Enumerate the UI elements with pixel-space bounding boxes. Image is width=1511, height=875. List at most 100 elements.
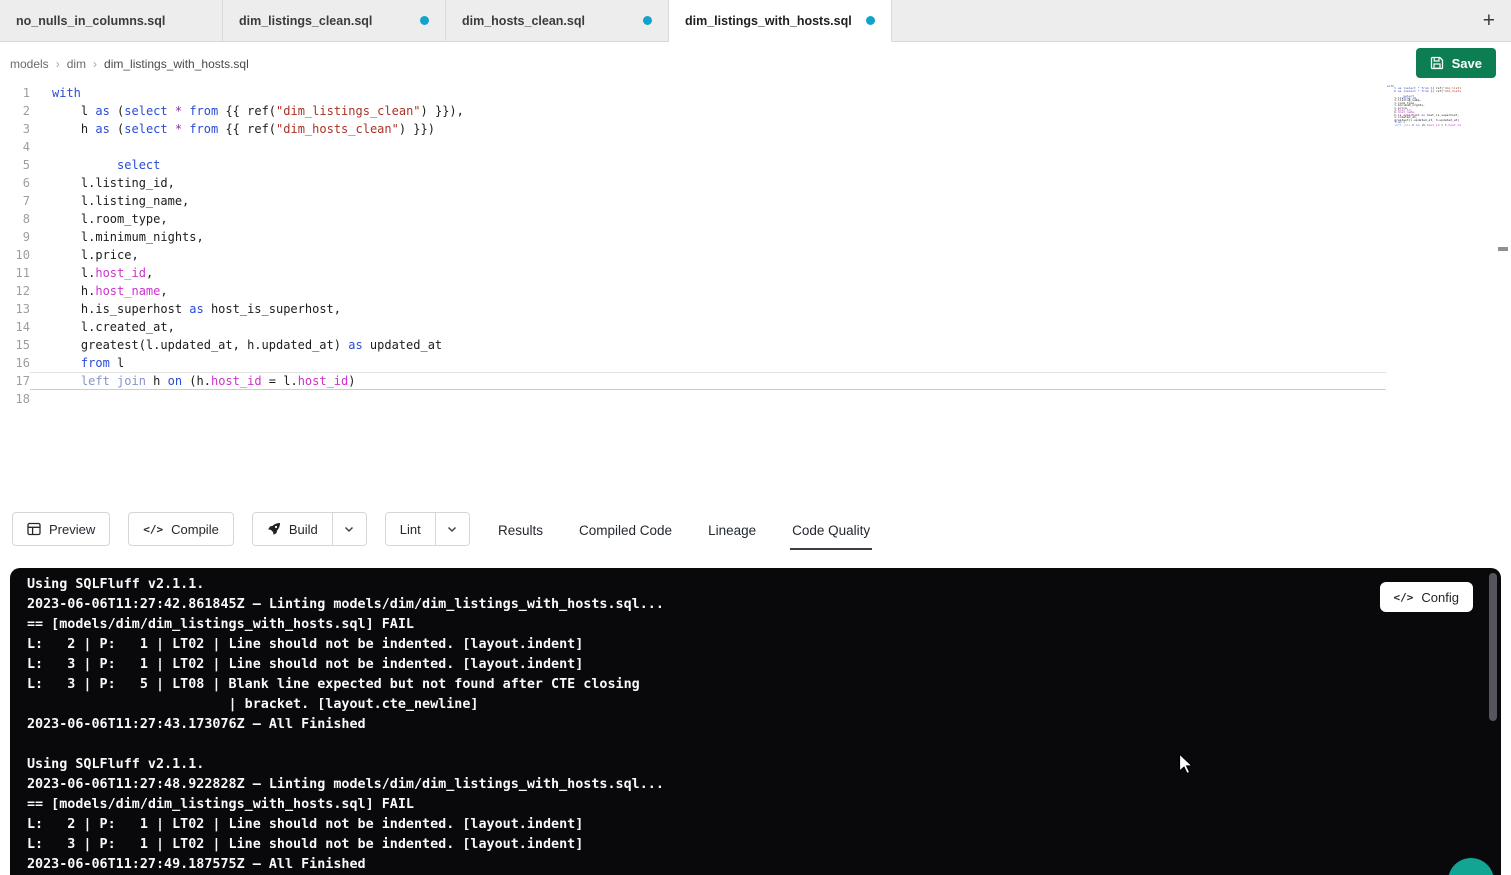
panel-tab-compiled-code[interactable]: Compiled Code bbox=[577, 510, 674, 550]
line-number: 9 bbox=[0, 228, 30, 246]
code-text: l.room_type, bbox=[30, 210, 1386, 228]
tab-label: dim_listings_with_hosts.sql bbox=[685, 14, 852, 28]
code-line-8[interactable]: 8 l.room_type, bbox=[0, 210, 1386, 228]
code-text: h.is_superhost as host_is_superhost, bbox=[30, 300, 1386, 318]
breadcrumb-segment[interactable]: models bbox=[10, 57, 49, 71]
compile-label: Compile bbox=[171, 522, 219, 537]
code-text: h as (select * from {{ ref("dim_hosts_cl… bbox=[30, 120, 1386, 138]
lint-button[interactable]: Lint bbox=[386, 513, 435, 545]
code-text: l.host_id, bbox=[30, 264, 1386, 282]
code-line-17[interactable]: 17 left join h on (h.host_id = l.host_id… bbox=[0, 372, 1386, 390]
line-number: 6 bbox=[0, 174, 30, 192]
tab-label: no_nulls_in_columns.sql bbox=[16, 14, 165, 28]
terminal-output-line: L: 2 | P: 1 | LT02 | Line should not be … bbox=[27, 635, 1481, 655]
editor-minimap[interactable]: with l as (select * from {{ ref("dim_lis… bbox=[1387, 85, 1461, 131]
line-number: 5 bbox=[0, 156, 30, 174]
terminal-output-line bbox=[27, 735, 1481, 755]
chevron-down-icon bbox=[343, 523, 355, 535]
terminal-output-line: L: 3 | P: 1 | LT02 | Line should not be … bbox=[27, 655, 1481, 675]
minimap-line: left join h on (h.host_id = l.host_id) bbox=[1387, 124, 1461, 126]
code-line-18[interactable]: 18 bbox=[0, 390, 1386, 408]
code-line-5[interactable]: 5 select bbox=[0, 156, 1386, 174]
compile-button[interactable]: </> Compile bbox=[128, 512, 234, 546]
terminal-output-line: Using SQLFluff v2.1.1. bbox=[27, 755, 1481, 775]
line-number: 15 bbox=[0, 336, 30, 354]
breadcrumb-separator: › bbox=[56, 57, 60, 71]
lint-label: Lint bbox=[400, 522, 421, 537]
build-button-group: Build bbox=[252, 512, 367, 546]
code-line-3[interactable]: 3 h as (select * from {{ ref("dim_hosts_… bbox=[0, 120, 1386, 138]
code-text: h.host_name, bbox=[30, 282, 1386, 300]
new-tab-button[interactable]: + bbox=[1467, 10, 1511, 31]
editor-scrollbar-mark bbox=[1498, 247, 1508, 251]
code-line-1[interactable]: 1with bbox=[0, 84, 1386, 102]
preview-button[interactable]: Preview bbox=[12, 512, 110, 546]
file-tab-no_nulls_in_columns.sql[interactable]: no_nulls_in_columns.sql bbox=[0, 0, 223, 42]
bottom-toolbar: Preview </> Compile Build Lint ResultsC bbox=[0, 508, 1511, 560]
panel-tab-code-quality[interactable]: Code Quality bbox=[790, 510, 872, 550]
file-tab-dim_hosts_clean.sql[interactable]: dim_hosts_clean.sql bbox=[446, 0, 669, 42]
minimap-line: h as (select * from {{ ref("dim_hosts_cl… bbox=[1387, 90, 1461, 92]
unsaved-changes-dot bbox=[643, 16, 652, 25]
line-number: 1 bbox=[0, 84, 30, 102]
code-line-13[interactable]: 13 h.is_superhost as host_is_superhost, bbox=[0, 300, 1386, 318]
terminal-scrollbar[interactable] bbox=[1489, 573, 1497, 721]
code-editor[interactable]: 1with2 l as (select * from {{ ref("dim_l… bbox=[0, 84, 1511, 508]
preview-grid-icon bbox=[27, 522, 41, 536]
terminal-output-line: == [models/dim/dim_listings_with_hosts.s… bbox=[27, 795, 1481, 815]
unsaved-changes-dot bbox=[420, 16, 429, 25]
code-line-2[interactable]: 2 l as (select * from {{ ref("dim_listin… bbox=[0, 102, 1386, 120]
code-text: l.listing_id, bbox=[30, 174, 1386, 192]
config-code-icon: </> bbox=[1394, 591, 1414, 604]
code-text: l.listing_name, bbox=[30, 192, 1386, 210]
line-number: 11 bbox=[0, 264, 30, 282]
config-button[interactable]: </> Config bbox=[1380, 582, 1473, 612]
file-tab-dim_listings_with_hosts.sql[interactable]: dim_listings_with_hosts.sql bbox=[669, 0, 892, 42]
code-line-6[interactable]: 6 l.listing_id, bbox=[0, 174, 1386, 192]
panel-tab-lineage[interactable]: Lineage bbox=[706, 510, 758, 550]
code-line-4[interactable]: 4 bbox=[0, 138, 1386, 156]
code-line-15[interactable]: 15 greatest(l.updated_at, h.updated_at) … bbox=[0, 336, 1386, 354]
code-line-11[interactable]: 11 l.host_id, bbox=[0, 264, 1386, 282]
tab-label: dim_hosts_clean.sql bbox=[462, 14, 585, 28]
line-number: 4 bbox=[0, 138, 30, 156]
code-text: greatest(l.updated_at, h.updated_at) as … bbox=[30, 336, 1386, 354]
breadcrumb: models›dim›dim_listings_with_hosts.sql bbox=[10, 57, 249, 71]
code-text: l.minimum_nights, bbox=[30, 228, 1386, 246]
code-line-7[interactable]: 7 l.listing_name, bbox=[0, 192, 1386, 210]
code-text: from l bbox=[30, 354, 1386, 372]
line-number: 3 bbox=[0, 120, 30, 138]
breadcrumb-segment[interactable]: dim bbox=[67, 57, 86, 71]
line-number: 17 bbox=[0, 372, 30, 390]
build-button[interactable]: Build bbox=[253, 513, 332, 545]
code-line-12[interactable]: 12 h.host_name, bbox=[0, 282, 1386, 300]
line-number: 18 bbox=[0, 390, 30, 408]
file-tabs: no_nulls_in_columns.sql dim_listings_clea… bbox=[0, 0, 892, 42]
file-tab-dim_listings_clean.sql[interactable]: dim_listings_clean.sql bbox=[223, 0, 446, 42]
code-line-10[interactable]: 10 l.price, bbox=[0, 246, 1386, 264]
panel-tab-results[interactable]: Results bbox=[496, 510, 545, 550]
code-text: l.created_at, bbox=[30, 318, 1386, 336]
code-text: l as (select * from {{ ref("dim_listings… bbox=[30, 102, 1386, 120]
code-lines: 1with2 l as (select * from {{ ref("dim_l… bbox=[0, 84, 1386, 408]
code-line-14[interactable]: 14 l.created_at, bbox=[0, 318, 1386, 336]
lint-dropdown-button[interactable] bbox=[435, 513, 469, 545]
line-number: 12 bbox=[0, 282, 30, 300]
terminal-output-line: 2023-06-06T11:27:49.187575Z — All Finish… bbox=[27, 855, 1481, 875]
code-text: select bbox=[30, 156, 1386, 174]
breadcrumb-segment[interactable]: dim_listings_with_hosts.sql bbox=[104, 57, 249, 71]
line-number: 8 bbox=[0, 210, 30, 228]
code-line-16[interactable]: 16 from l bbox=[0, 354, 1386, 372]
build-dropdown-button[interactable] bbox=[332, 513, 366, 545]
terminal-output-line: 2023-06-06T11:27:42.861845Z — Linting mo… bbox=[27, 595, 1481, 615]
unsaved-changes-dot bbox=[866, 16, 875, 25]
save-button[interactable]: Save bbox=[1416, 48, 1496, 78]
code-line-9[interactable]: 9 l.minimum_nights, bbox=[0, 228, 1386, 246]
build-label: Build bbox=[289, 522, 318, 537]
panel-tabs: Results Compiled Code Lineage Code Quality bbox=[496, 510, 872, 550]
line-number: 2 bbox=[0, 102, 30, 120]
chevron-down-icon bbox=[446, 523, 458, 535]
file-tab-bar: no_nulls_in_columns.sql dim_listings_clea… bbox=[0, 0, 1511, 42]
line-number: 16 bbox=[0, 354, 30, 372]
preview-label: Preview bbox=[49, 522, 95, 537]
